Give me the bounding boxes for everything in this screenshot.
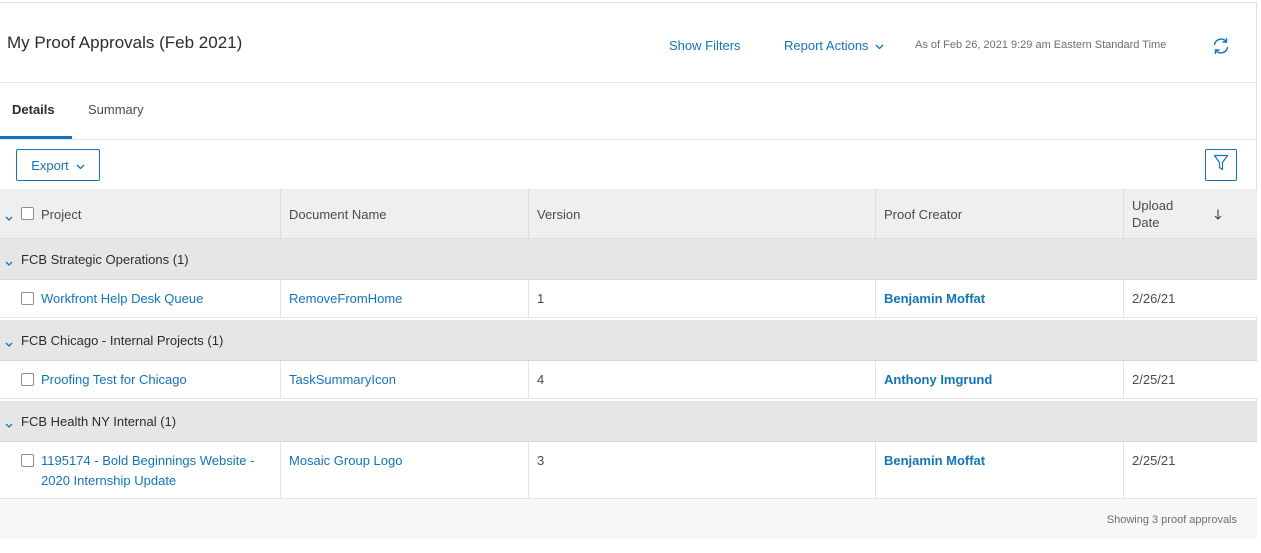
column-label-upload-date: Upload Date (1132, 198, 1174, 230)
document-link[interactable]: RemoveFromHome (289, 291, 402, 306)
upload-date-cell: 2/26/21 (1124, 280, 1257, 317)
project-cell: 1195174 - Bold Beginnings Website - 2020… (0, 442, 281, 498)
table-row: 1195174 - Bold Beginnings Website - 2020… (0, 442, 1257, 499)
group-collapse-icon[interactable] (5, 335, 13, 353)
group-row[interactable]: FCB Chicago - Internal Projects (1) (0, 320, 1257, 361)
column-header-proof-creator[interactable]: Proof Creator (876, 189, 1124, 239)
report-actions-label: Report Actions (784, 38, 869, 53)
filter-button[interactable] (1205, 149, 1237, 181)
project-link[interactable]: 1195174 - Bold Beginnings Website - 2020… (41, 451, 254, 491)
filter-icon (1213, 154, 1229, 177)
row-checkbox[interactable] (21, 292, 34, 305)
page-title: My Proof Approvals (Feb 2021) (7, 33, 243, 52)
tab-summary[interactable]: Summary (88, 102, 144, 117)
chevron-down-icon (875, 38, 884, 53)
group-row[interactable]: FCB Health NY Internal (1) (0, 401, 1257, 442)
creator-link[interactable]: Benjamin Moffat (884, 453, 985, 468)
creator-cell: Anthony Imgrund (876, 361, 1124, 398)
upload-date-value: 2/25/21 (1132, 453, 1176, 468)
creator-link[interactable]: Anthony Imgrund (884, 372, 992, 387)
report-header: My Proof Approvals (Feb 2021) Show Filte… (0, 3, 1257, 83)
document-cell: Mosaic Group Logo (281, 442, 529, 498)
document-cell: TaskSummaryIcon (281, 361, 529, 398)
column-label-proof-creator: Proof Creator (884, 206, 963, 222)
project-link-line-2: 2020 Internship Update (41, 473, 177, 488)
row-checkbox[interactable] (21, 454, 34, 467)
table-footer: Showing 3 proof approvals (0, 499, 1257, 539)
show-filters-link[interactable]: Show Filters (669, 38, 741, 53)
export-button[interactable]: Export (16, 149, 100, 181)
chevron-down-icon (76, 158, 85, 173)
group-label: FCB Strategic Operations (1) (21, 252, 189, 267)
upload-date-value: 2/26/21 (1132, 291, 1176, 306)
group-label: FCB Health NY Internal (1) (21, 414, 177, 429)
creator-cell: Benjamin Moffat (876, 442, 1124, 498)
group-label: FCB Chicago - Internal Projects (1) (21, 333, 224, 348)
column-header-project[interactable]: Project (0, 189, 281, 239)
creator-link[interactable]: Benjamin Moffat (884, 291, 985, 306)
report-actions-menu[interactable]: Report Actions (784, 38, 884, 53)
project-link[interactable]: Proofing Test for Chicago (41, 370, 187, 390)
project-link[interactable]: Workfront Help Desk Queue (41, 289, 203, 309)
table-header: Project Document Name Version Proof Crea… (0, 189, 1257, 239)
project-cell: Proofing Test for Chicago (0, 361, 281, 398)
document-cell: RemoveFromHome (281, 280, 529, 317)
tab-details[interactable]: Details (12, 102, 55, 117)
collapse-all-chevron-icon[interactable] (5, 210, 13, 225)
group-collapse-icon[interactable] (5, 416, 13, 434)
project-cell: Workfront Help Desk Queue (0, 280, 281, 317)
table-row: Workfront Help Desk Queue RemoveFromHome… (0, 280, 1257, 318)
refresh-icon[interactable] (1210, 35, 1232, 57)
version-cell: 4 (529, 361, 876, 398)
version-value: 3 (537, 453, 545, 468)
column-header-upload-date[interactable]: Upload Date (1124, 189, 1257, 239)
document-link[interactable]: Mosaic Group Logo (289, 453, 402, 468)
group-row[interactable]: FCB Strategic Operations (1) (0, 239, 1257, 280)
row-checkbox[interactable] (21, 373, 34, 386)
document-link[interactable]: TaskSummaryIcon (289, 372, 396, 387)
table-row: Proofing Test for Chicago TaskSummaryIco… (0, 361, 1257, 399)
select-all-checkbox[interactable] (21, 207, 34, 220)
column-header-version[interactable]: Version (529, 189, 876, 239)
version-cell: 1 (529, 280, 876, 317)
column-label-project: Project (41, 206, 82, 222)
column-label-document-name: Document Name (289, 206, 387, 222)
version-value: 4 (537, 372, 545, 387)
report-page: My Proof Approvals (Feb 2021) Show Filte… (0, 0, 1261, 553)
project-link-line-1: 1195174 - Bold Beginnings Website - (41, 453, 255, 468)
version-cell: 3 (529, 442, 876, 498)
result-count: Showing 3 proof approvals (1106, 514, 1237, 526)
sort-descending-icon[interactable] (1214, 208, 1222, 223)
tab-bar: Details Summary (0, 83, 1257, 140)
active-tab-indicator (0, 136, 72, 139)
group-collapse-icon[interactable] (5, 254, 13, 272)
upload-date-value: 2/25/21 (1132, 372, 1176, 387)
creator-cell: Benjamin Moffat (876, 280, 1124, 317)
as-of-timestamp: As of Feb 26, 2021 9:29 am Eastern Stand… (915, 39, 1167, 51)
version-value: 1 (537, 291, 545, 306)
column-header-document-name[interactable]: Document Name (281, 189, 529, 239)
export-label: Export (31, 157, 69, 173)
upload-date-cell: 2/25/21 (1124, 442, 1257, 498)
column-label-version: Version (537, 206, 581, 222)
upload-date-cell: 2/25/21 (1124, 361, 1257, 398)
